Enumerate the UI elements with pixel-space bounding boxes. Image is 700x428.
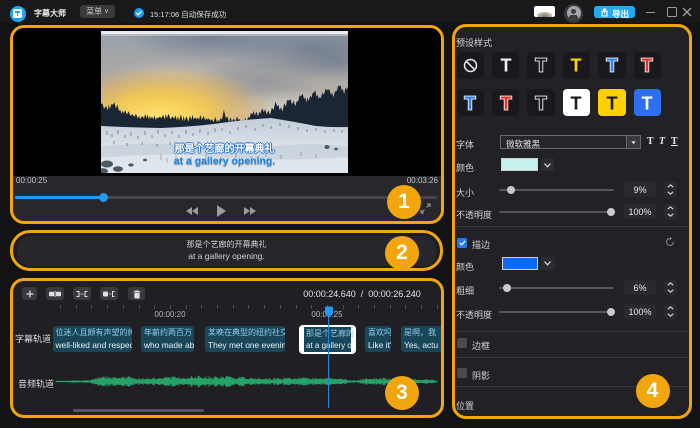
svg-text:T: T — [642, 93, 653, 113]
svg-text:T: T — [500, 56, 511, 76]
svg-text:T: T — [606, 56, 617, 76]
svg-text:T: T — [606, 93, 617, 113]
svg-text:T: T — [642, 56, 653, 76]
svg-text:T: T — [571, 93, 582, 113]
svg-text:T: T — [571, 56, 582, 76]
svg-text:T: T — [536, 56, 547, 76]
svg-text:T: T — [500, 93, 511, 113]
svg-text:T: T — [465, 93, 476, 113]
svg-text:T: T — [536, 93, 547, 113]
